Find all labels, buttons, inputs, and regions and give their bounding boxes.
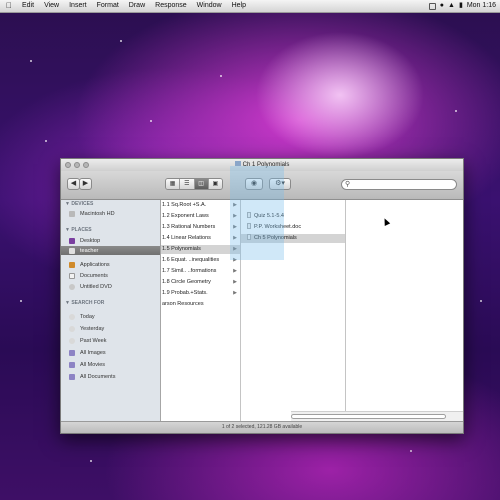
menu-window[interactable]: Window <box>192 0 227 12</box>
dvd-icon <box>69 283 75 290</box>
documents-icon <box>69 272 75 279</box>
back-arrow-icon: ◀ <box>70 180 77 187</box>
list-item-label: 1.2 Exponent Laws <box>162 213 209 219</box>
list-item[interactable]: 1.6 Equat. ..inequalities ▶ <box>161 256 240 265</box>
browser-column-3 <box>346 200 463 422</box>
sidebar-item-applications[interactable]: Applications <box>69 260 157 269</box>
cover-flow-icon[interactable]: ▣ <box>208 179 222 189</box>
sidebar-item-all-movies[interactable]: All Movies <box>69 360 157 369</box>
volume-icon[interactable]: ▲ <box>448 0 455 12</box>
list-item-label: 1.6 Equat. ..inequalities <box>162 257 220 263</box>
sidebar-item-label: Past Week <box>80 337 107 344</box>
list-item-label: 1.1 Sq.Root +S.A. <box>162 202 207 208</box>
list-view-icon[interactable]: ☰ <box>180 179 195 189</box>
apple-menu-icon[interactable]:  <box>0 0 17 12</box>
icon-view-icon[interactable]: ▦ <box>166 179 181 189</box>
sidebar-item-documents[interactable]: Documents <box>69 271 157 280</box>
list-item-label: 1.9 Probab.+Stats. <box>162 290 208 296</box>
sidebar-item-label: Macintosh HD <box>80 210 115 217</box>
battery-icon[interactable]: ▮ <box>459 0 463 12</box>
applications-icon <box>69 261 75 268</box>
list-item[interactable]: 1.5 Polynomials ▶ <box>161 245 240 254</box>
list-item[interactable]: 1.4 Linear Relations ▶ <box>161 234 240 243</box>
menu-insert[interactable]: Insert <box>64 0 92 12</box>
sidebar-item-label: Desktop <box>80 237 101 244</box>
list-item-label: 1.8 Circle Geometry <box>162 279 211 285</box>
list-item[interactable]: 1.2 Exponent Laws ▶ <box>161 212 240 221</box>
menu-response[interactable]: Response <box>150 0 192 12</box>
clock-icon <box>69 313 75 320</box>
list-item[interactable]: arson Resources <box>161 300 240 309</box>
search-icon: ⚲ <box>345 181 351 188</box>
list-item[interactable]: 1.8 Circle Geometry ▶ <box>161 278 240 287</box>
list-item-label: 1.5 Polynomials <box>162 246 201 252</box>
menu-clock[interactable]: Mon 1:16 <box>467 0 496 12</box>
sidebar-header-devices: ▼ DEVICES <box>65 201 94 207</box>
sidebar-header-search-for: ▼ SEARCH FOR <box>65 300 105 306</box>
drag-highlight <box>230 166 284 260</box>
menu-format[interactable]: Format <box>92 0 124 12</box>
wifi-icon[interactable]: ● <box>440 0 444 12</box>
smart-folder-icon <box>69 349 75 356</box>
forward-button[interactable]: ▶ <box>79 178 92 190</box>
list-item[interactable]: 1.1 Sq.Root +S.A. ▶ <box>161 201 240 210</box>
sidebar-item-label: All Movies <box>80 361 106 368</box>
menu-edit[interactable]: Edit <box>17 0 39 12</box>
minimize-button[interactable] <box>74 162 80 168</box>
sidebar-item-yesterday[interactable]: Yesterday <box>69 324 157 333</box>
smart-folder-icon <box>69 361 75 368</box>
sidebar-item-label: teacher <box>80 247 99 254</box>
menu-draw[interactable]: Draw <box>124 0 150 12</box>
view-mode-control[interactable]: ▦ ☰ ◫ ▣ <box>165 178 223 190</box>
desktop-icon <box>69 237 75 244</box>
column-view-icon[interactable]: ◫ <box>194 179 209 189</box>
list-item-label: arson Resources <box>162 301 204 307</box>
menu-view[interactable]: View <box>39 0 64 12</box>
sidebar-item-label: All Documents <box>80 373 116 380</box>
forward-arrow-icon: ▶ <box>82 180 89 187</box>
sidebar-item-all-images[interactable]: All Images <box>69 348 157 357</box>
sidebar-item-all-documents[interactable]: All Documents <box>69 372 157 381</box>
sidebar-item-label: Documents <box>80 272 108 279</box>
status-bar: 1 of 2 selected, 121.28 GB available <box>61 421 463 433</box>
list-item[interactable]: 1.3 Rational Numbers ▶ <box>161 223 240 232</box>
browser-column-1: 1.1 Sq.Root +S.A. ▶ 1.2 Exponent Laws ▶ 1.… <box>161 200 241 422</box>
smart-folder-icon <box>69 373 75 380</box>
sidebar-item-label: Yesterday <box>80 325 105 332</box>
close-button[interactable] <box>65 162 71 168</box>
sidebar-item-macintosh-hd[interactable]: Macintosh HD <box>69 209 157 218</box>
list-item-label: 1.4 Linear Relations <box>162 235 211 241</box>
home-icon <box>69 247 75 254</box>
sidebar-item-past-week[interactable]: Past Week <box>69 336 157 345</box>
scrollbar-thumb[interactable] <box>291 414 446 419</box>
clock-icon <box>69 337 75 344</box>
search-input[interactable]: ⚲ <box>341 179 457 190</box>
sidebar-item-untitled-dvd[interactable]: Untitled DVD <box>69 282 157 291</box>
zoom-button[interactable] <box>83 162 89 168</box>
list-item-label: 1.7 Simil.. ..formations <box>162 268 217 274</box>
sidebar: ▼ DEVICES Macintosh HD ▼ PLACES Desktop … <box>61 200 161 422</box>
sidebar-item-label: Applications <box>80 261 110 268</box>
list-item-label: 1.3 Rational Numbers <box>162 224 216 230</box>
sidebar-item-label: All Images <box>80 349 106 356</box>
sidebar-item-desktop[interactable]: Desktop <box>69 236 157 245</box>
sidebar-item-home[interactable]: teacher <box>61 246 160 255</box>
menu-help[interactable]: Help <box>227 0 251 12</box>
sidebar-item-today[interactable]: Today <box>69 312 157 321</box>
clock-icon <box>69 325 75 332</box>
status-icon[interactable] <box>428 2 436 10</box>
sidebar-item-label: Untitled DVD <box>80 283 112 290</box>
hard-drive-icon <box>69 210 75 217</box>
sidebar-header-places: ▼ PLACES <box>65 227 92 233</box>
list-item[interactable]: 1.9 Probab.+Stats. ▶ <box>161 289 240 298</box>
list-item[interactable]: 1.7 Simil.. ..formations ▶ <box>161 267 240 276</box>
sidebar-item-label: Today <box>80 313 95 320</box>
menu-bar:  Edit View Insert Format Draw Response … <box>0 0 500 13</box>
